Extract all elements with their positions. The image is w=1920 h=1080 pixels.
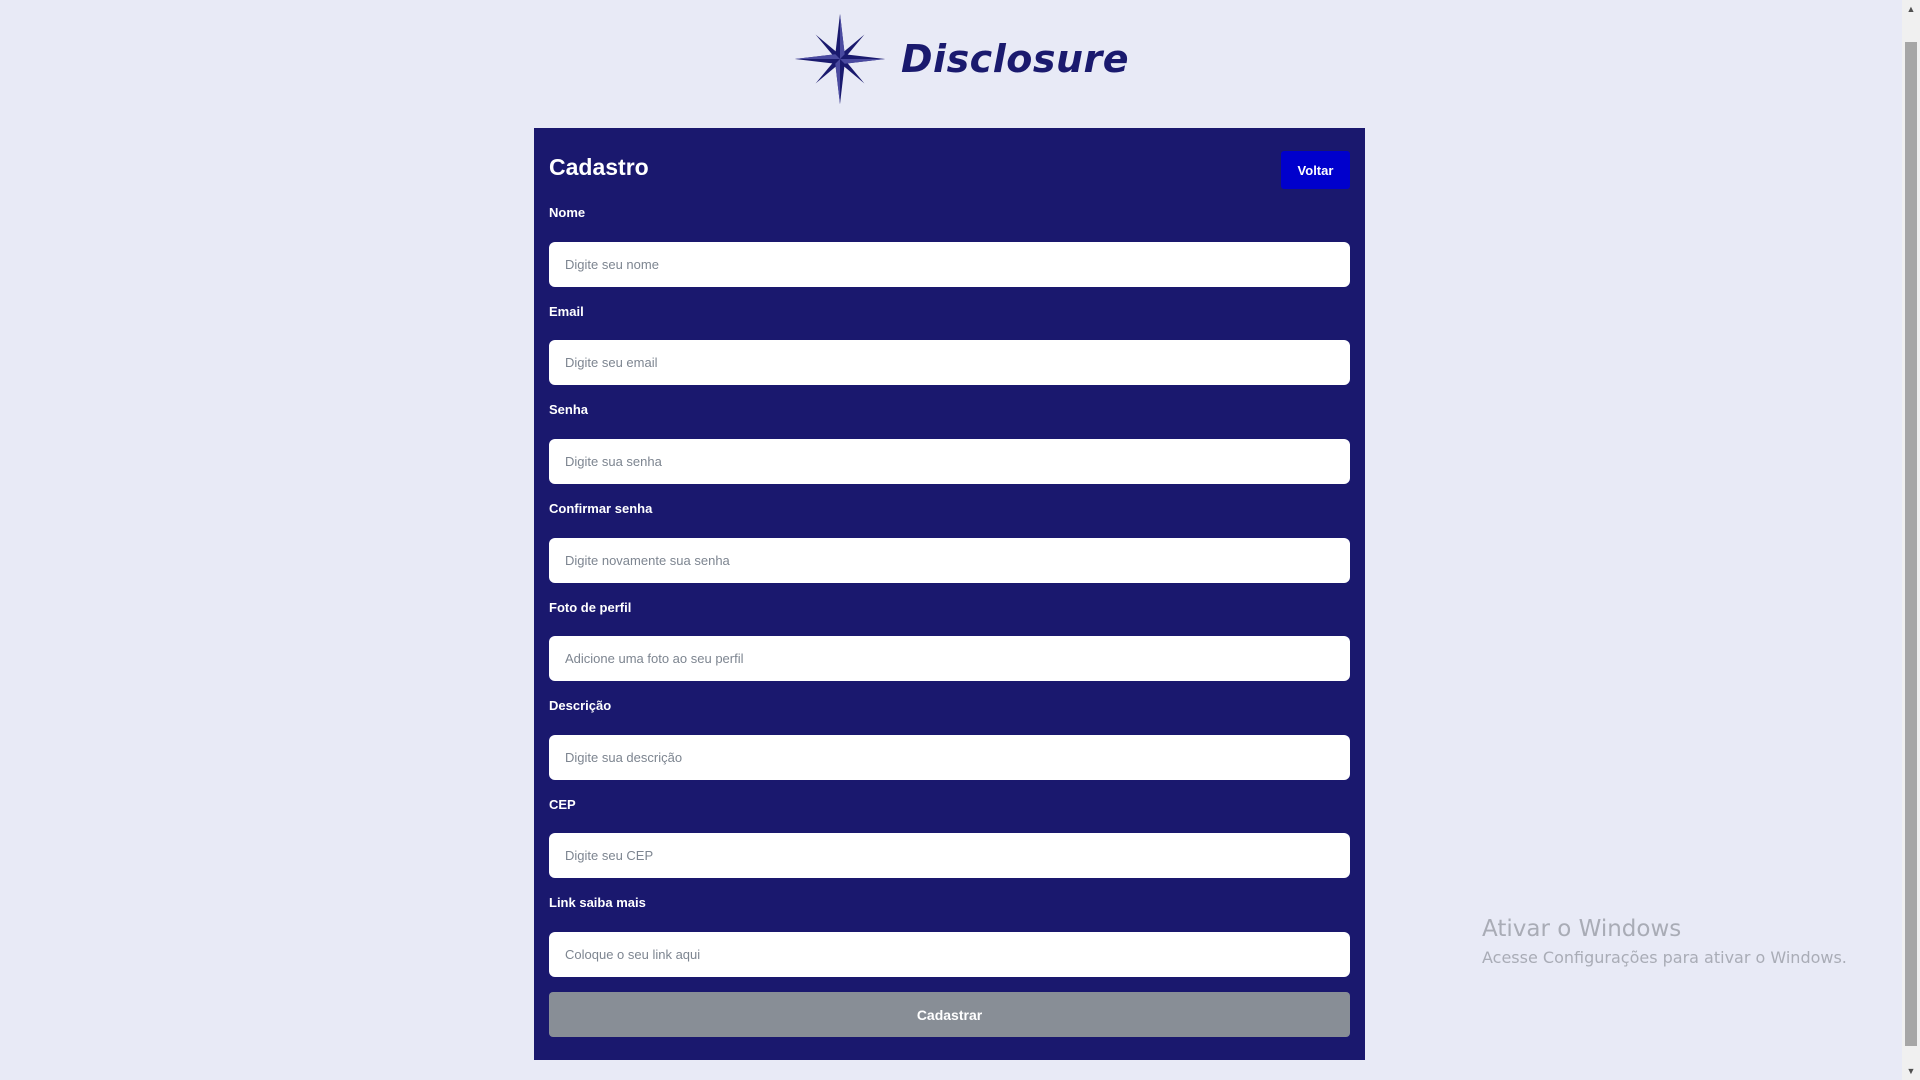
cep-label: CEP (549, 797, 576, 812)
brand-logo[interactable]: Disclosure (793, 10, 1129, 108)
form-title: Cadastro (549, 154, 649, 180)
email-input[interactable] (549, 340, 1350, 385)
watermark-title: Ativar o Windows (1482, 916, 1682, 942)
confirm-password-label: Confirmar senha (549, 501, 653, 516)
password-label: Senha (549, 402, 589, 417)
confirm-password-input[interactable] (549, 538, 1350, 583)
name-input[interactable] (549, 242, 1350, 287)
page: Disclosure Cadastro Voltar Nome Email Se… (0, 0, 1920, 1080)
brand-name: Disclosure (901, 37, 1130, 81)
description-label: Descrição (549, 698, 612, 713)
vertical-scrollbar[interactable]: ▲ ▼ (1902, 0, 1920, 1080)
watermark-subtitle: Acesse Configurações para ativar o Windo… (1482, 948, 1847, 967)
password-input[interactable] (549, 439, 1350, 484)
scroll-up-arrow-icon[interactable]: ▲ (1902, 0, 1920, 18)
description-input[interactable] (549, 735, 1350, 780)
profile-photo-label: Foto de perfil (549, 600, 632, 615)
cep-input[interactable] (549, 833, 1350, 878)
back-button[interactable]: Voltar (1281, 151, 1350, 189)
submit-button[interactable]: Cadastrar (549, 992, 1350, 1037)
link-label: Link saiba mais (549, 895, 646, 910)
signup-form: Cadastro Voltar Nome Email Senha Confirm… (534, 128, 1365, 1060)
windows-activation-watermark: Ativar o Windows Acesse Configurações pa… (1482, 916, 1847, 967)
scroll-down-arrow-icon[interactable]: ▼ (1902, 1062, 1920, 1080)
profile-photo-input[interactable] (549, 636, 1350, 681)
name-label: Nome (549, 205, 586, 220)
compass-star-icon (793, 12, 887, 106)
link-input[interactable] (549, 932, 1350, 977)
email-label: Email (549, 304, 584, 319)
scrollbar-thumb[interactable] (1905, 42, 1917, 1046)
